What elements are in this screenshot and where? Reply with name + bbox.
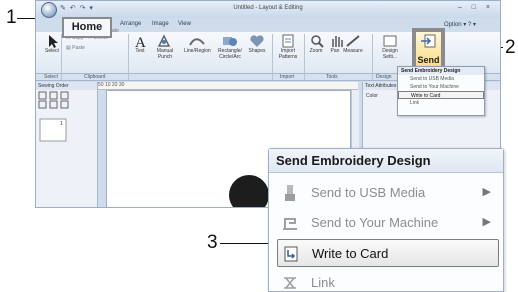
svg-text:A: A xyxy=(135,35,146,48)
submenu-arrow-icon: ▶ xyxy=(482,216,491,228)
send-menu-small-machine[interactable]: Send to Your Machine xyxy=(398,83,484,91)
zoom-button[interactable]: Zoom xyxy=(308,34,324,55)
manual-punch-button[interactable]: Manual Punch xyxy=(154,34,176,60)
menu-item-label: Write to Card xyxy=(312,246,389,261)
ribbon-separator xyxy=(372,34,373,80)
line-region-icon xyxy=(189,38,205,46)
cursor-arrow-icon xyxy=(49,35,58,48)
option-menu[interactable]: Option ▾ ? ▾ xyxy=(444,21,476,28)
sewing-order-header: Sewing Order xyxy=(36,82,97,90)
select-button[interactable]: Select xyxy=(42,34,62,55)
measure-ruler-icon xyxy=(346,35,360,47)
menu-item-label: Send to Your Machine xyxy=(311,215,439,230)
send-embroidery-design-menu: Send Embroidery Design Send to USB Media… xyxy=(268,148,504,292)
menu-header: Send Embroidery Design xyxy=(269,149,503,173)
sewing-machine-icon xyxy=(283,218,297,230)
rectangle-circle-icon xyxy=(223,37,237,46)
tab-image[interactable]: Image xyxy=(152,21,169,27)
callout-number-3: 3 xyxy=(207,232,218,253)
send-menu-small-link[interactable]: Link xyxy=(398,99,484,107)
sewing-order-toolbar-icons[interactable] xyxy=(36,90,96,110)
group-label-design: Design xyxy=(376,74,392,80)
group-label-clipboard: Clipboard xyxy=(84,74,106,80)
group-label-tools: Tools xyxy=(326,74,338,80)
send-menu-small-write-to-card[interactable]: Write to Card xyxy=(398,91,484,99)
menu-item-send-to-your-machine[interactable]: Send to Your Machine ▶ xyxy=(277,209,499,237)
send-button-label: Send xyxy=(417,55,440,65)
title-bar: ✎ ↶ ↷ ▾ Untitled - Layout & Editing – □ … xyxy=(36,1,500,18)
menu-item-write-to-card[interactable]: Write to Card xyxy=(277,239,499,267)
zoom-magnifier-icon xyxy=(311,35,324,48)
shapes-heart-icon xyxy=(250,35,264,47)
horizontal-ruler: 50 10 20 30 xyxy=(98,82,358,90)
rectangle-circle-arc-button[interactable]: Rectangle/ Circle/Arc xyxy=(216,34,244,60)
sewing-order-item-thumbnail[interactable]: 1 xyxy=(36,115,96,145)
text-a-icon: A xyxy=(135,35,146,48)
tab-home[interactable]: Home xyxy=(62,17,112,38)
design-settings-icon xyxy=(383,35,397,47)
callout-number-1: 1 xyxy=(6,7,17,28)
manual-punch-icon xyxy=(157,34,171,47)
measure-button[interactable]: Measure xyxy=(342,34,364,55)
menu-item-label: Send to USB Media xyxy=(311,185,426,200)
design-settings-button[interactable]: Design Setti... xyxy=(380,34,400,60)
submenu-arrow-icon: ▶ xyxy=(482,186,491,198)
shapes-button[interactable]: Shapes xyxy=(248,34,266,55)
paste-button[interactable]: ▤ Paste xyxy=(66,45,85,52)
send-menu-small-header: Send Embroidery Design xyxy=(398,67,484,75)
text-button[interactable]: A Text xyxy=(132,34,148,55)
callout-number-2: 2 xyxy=(505,37,516,58)
menu-item-label: Link xyxy=(311,275,335,290)
tab-arrange[interactable]: Arrange xyxy=(120,21,141,27)
ribbon-separator xyxy=(128,34,129,80)
menu-item-send-to-usb-media[interactable]: Send to USB Media ▶ xyxy=(277,179,499,207)
group-label-import: Import xyxy=(280,74,295,80)
window-controls[interactable]: – □ × xyxy=(458,4,494,11)
ribbon-separator xyxy=(61,34,62,80)
menu-item-link[interactable]: Link xyxy=(277,269,499,292)
import-patterns-button[interactable]: Import Patterns xyxy=(276,34,300,60)
send-icon xyxy=(420,34,435,48)
pan-button[interactable]: Pan xyxy=(328,34,343,55)
window-title: Untitled - Layout & Editing xyxy=(233,5,303,11)
sewing-order-panel: Sewing Order 1 xyxy=(36,82,98,207)
tab-view[interactable]: View xyxy=(178,21,191,27)
write-to-card-icon xyxy=(284,246,298,262)
link-icon xyxy=(284,277,296,289)
send-menu-small-usb[interactable]: Send to USB Media xyxy=(398,75,484,83)
svg-text:1: 1 xyxy=(60,121,63,127)
send-menu-small: Send Embroidery Design Send to USB Media… xyxy=(397,66,485,116)
ribbon-separator xyxy=(272,34,273,80)
line-region-button[interactable]: Line/Region xyxy=(184,34,211,55)
group-label-select: Select xyxy=(44,74,58,80)
import-patterns-icon xyxy=(282,34,294,48)
usb-media-icon xyxy=(285,185,295,201)
ribbon-separator xyxy=(304,34,305,80)
